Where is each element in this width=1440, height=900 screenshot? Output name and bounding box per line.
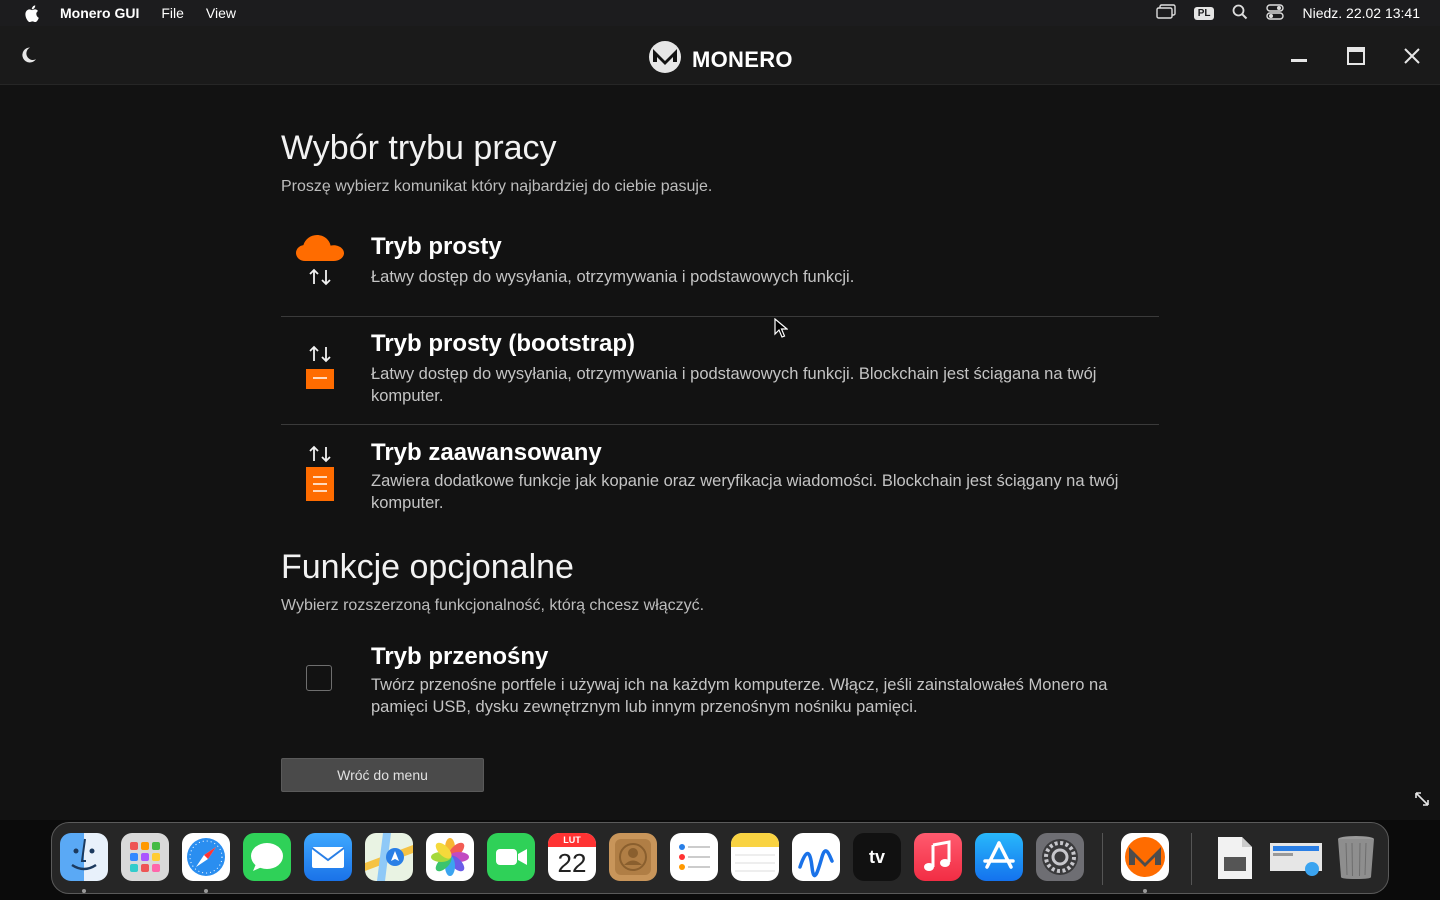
brand: MONERO	[648, 40, 793, 79]
running-indicator	[204, 889, 208, 893]
reminders-icon[interactable]	[670, 833, 718, 881]
optional-features-subtitle: Wybierz rozszerzoną funkcjonalność, któr…	[281, 597, 705, 614]
monero-logo-icon	[648, 40, 682, 79]
safari-icon[interactable]	[182, 833, 230, 881]
mail-icon[interactable]	[304, 833, 352, 881]
minimize-icon[interactable]	[1287, 44, 1311, 68]
option-title: Tryb prosty	[371, 233, 502, 260]
option-title: Tryb przenośny	[371, 643, 549, 670]
preview-document-icon[interactable]	[1210, 833, 1258, 881]
menu-app-name[interactable]: Monero GUI	[60, 5, 139, 21]
bootstrap-server-icon	[281, 344, 359, 391]
back-to-menu-button[interactable]: Wróć do menu	[281, 758, 484, 792]
calendar-icon[interactable]: LUT 22	[548, 833, 596, 881]
divider	[281, 316, 1159, 317]
cloud-sync-icon	[281, 233, 359, 287]
brand-name: MONERO	[692, 46, 793, 72]
calendar-month: LUT	[548, 833, 596, 847]
dock-area: LUT 22 tv	[0, 820, 1440, 900]
option-portable-mode[interactable]: Tryb przenośny Twórz przenośne portfele …	[281, 635, 1159, 725]
control-center-icon[interactable]	[1266, 3, 1285, 23]
monero-gui-icon[interactable]	[1121, 833, 1169, 881]
moon-icon[interactable]	[18, 45, 38, 70]
close-icon[interactable]	[1400, 44, 1424, 68]
music-icon[interactable]	[914, 833, 962, 881]
option-simple-mode[interactable]: Tryb prosty Łatwy dostęp do wysyłania, o…	[281, 225, 1159, 315]
page-subtitle: Proszę wybierz komunikat który najbardzi…	[281, 178, 713, 195]
optional-features-title: Funkcje opcjonalne	[281, 548, 574, 586]
maps-icon[interactable]	[365, 833, 413, 881]
apple-tv-icon[interactable]: tv	[853, 833, 901, 881]
app-store-icon[interactable]	[975, 833, 1023, 881]
tv-label: tv	[868, 846, 885, 867]
photos-icon[interactable]	[426, 833, 474, 881]
option-description: Zawiera dodatkowe funkcje jak kopanie or…	[371, 472, 1119, 512]
option-advanced-mode[interactable]: Tryb zaawansowany Zawiera dodatkowe funk…	[281, 431, 1159, 531]
facetime-icon[interactable]	[487, 833, 535, 881]
portable-mode-checkbox[interactable]	[306, 665, 332, 691]
trash-icon[interactable]	[1332, 833, 1380, 881]
option-title: Tryb prosty (bootstrap)	[371, 330, 636, 357]
messages-icon[interactable]	[243, 833, 291, 881]
running-indicator	[1143, 889, 1147, 893]
option-title: Tryb zaawansowany	[371, 439, 602, 466]
full-node-server-icon	[281, 444, 359, 502]
resize-handle-icon[interactable]	[1414, 791, 1430, 812]
option-bootstrap-mode[interactable]: Tryb prosty (bootstrap) Łatwy dostęp do …	[281, 322, 1159, 424]
option-description: Łatwy dostęp do wysyłania, otrzymywania …	[371, 268, 855, 286]
option-description: Łatwy dostęp do wysyłania, otrzymywania …	[371, 365, 1097, 405]
running-indicator	[82, 889, 86, 893]
dock-separator	[1102, 833, 1103, 885]
menu-bar: Monero GUI File View PL Niedz. 22.02 13:…	[0, 0, 1440, 26]
freeform-icon[interactable]	[792, 833, 840, 881]
system-settings-icon[interactable]	[1036, 833, 1084, 881]
maximize-icon[interactable]	[1344, 44, 1368, 68]
title-bar: MONERO	[0, 26, 1440, 85]
calendar-day: 22	[557, 848, 587, 878]
input-source-badge[interactable]: PL	[1193, 6, 1215, 20]
spotlight-search-icon[interactable]	[1232, 4, 1248, 23]
menu-file[interactable]: File	[161, 5, 184, 21]
mouse-cursor-icon	[774, 317, 789, 343]
launchpad-icon[interactable]	[121, 833, 169, 881]
screen-mirroring-icon[interactable]	[1155, 3, 1176, 23]
notes-icon[interactable]	[731, 833, 779, 881]
menu-view[interactable]: View	[206, 5, 236, 21]
screen-sharing-icon[interactable]	[1268, 833, 1326, 881]
menubar-clock[interactable]: Niedz. 22.02 13:41	[1302, 5, 1420, 21]
dock: LUT 22 tv	[51, 822, 1389, 894]
option-description: Twórz przenośne portfele i używaj ich na…	[371, 676, 1108, 716]
divider	[281, 424, 1159, 425]
contacts-icon[interactable]	[609, 833, 657, 881]
wizard-mode-selection: Wybór trybu pracy Proszę wybierz komunik…	[0, 85, 1440, 820]
page-title: Wybór trybu pracy	[281, 129, 557, 167]
dock-separator	[1191, 833, 1192, 885]
finder-icon[interactable]	[60, 833, 108, 881]
apple-menu-icon[interactable]	[22, 4, 40, 22]
